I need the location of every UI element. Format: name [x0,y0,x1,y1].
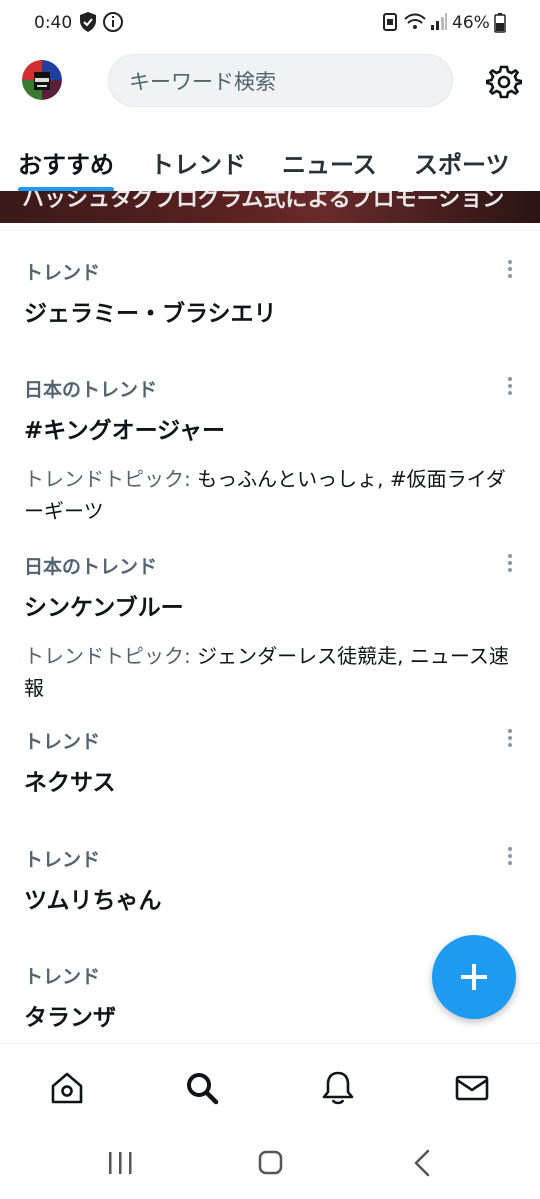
home-icon[interactable] [47,1068,87,1108]
trend-category: トレンド [24,966,101,988]
trend-name: シンケンブルー [24,595,184,621]
trend-category: 日本のトレンド [24,379,158,401]
more-icon[interactable] [500,258,520,282]
trend-name: ツムリちゃん [24,888,162,914]
compose-button[interactable] [432,935,516,1019]
topic-label: トレンドトピック: [24,467,191,491]
promoted-banner[interactable]: ハッシュタグプログラム式によるプロモーション [0,191,540,223]
divider [0,230,540,231]
tab-bar: おすすめ トレンド ニュース スポーツ [0,135,540,195]
promo-text: ハッシュタグプログラム式によるプロモーション [22,191,505,212]
battery-percent: 46% [452,13,490,33]
notification-icon [382,11,398,38]
tab-sports[interactable]: スポーツ [414,145,510,180]
status-time: 0:40 [34,13,73,33]
mail-icon[interactable] [452,1068,492,1108]
back-icon[interactable] [402,1147,442,1179]
plus-icon [461,964,487,990]
info-icon [102,11,124,38]
topic-label: トレンドトピック: [24,644,191,668]
top-app-bar [0,46,540,118]
trend-name: ジェラミー・ブラシエリ [24,301,277,327]
search-icon[interactable] [182,1068,222,1108]
trend-name: #キングオージャー [24,418,225,444]
more-icon[interactable] [500,375,520,399]
tab-recommended[interactable]: おすすめ [18,145,114,180]
trend-topics: トレンドトピック: ジェンダーレス徒競走, ニュース速報 [24,640,524,704]
trend-category: トレンド [24,849,101,871]
more-icon[interactable] [500,727,520,751]
trend-category: トレンド [24,731,101,753]
battery-icon [494,13,506,38]
trend-category: 日本のトレンド [24,556,158,578]
trend-topics: トレンドトピック: もっふんといっしょ, #仮面ライダーギーツ [24,463,524,527]
trend-name: ネクサス [24,770,116,796]
system-navigation [0,1129,540,1199]
tab-news[interactable]: ニュース [282,145,377,180]
trend-category: トレンド [24,262,101,284]
recents-icon[interactable] [100,1147,140,1179]
bottom-navigation [0,1043,540,1130]
tab-trending[interactable]: トレンド [150,145,246,180]
trend-name: タランザ [24,1005,116,1031]
shield-check-icon [78,11,98,38]
avatar[interactable] [22,60,62,100]
search-input[interactable] [127,67,441,97]
home-button-icon[interactable] [250,1147,290,1179]
bell-icon[interactable] [318,1068,358,1108]
search-field[interactable] [108,54,453,107]
signal-icon [430,11,448,38]
status-bar: 0:40 46% [0,0,540,46]
gear-icon[interactable] [485,64,523,100]
more-icon[interactable] [500,552,520,576]
more-icon[interactable] [500,845,520,869]
wifi-icon [403,11,427,38]
